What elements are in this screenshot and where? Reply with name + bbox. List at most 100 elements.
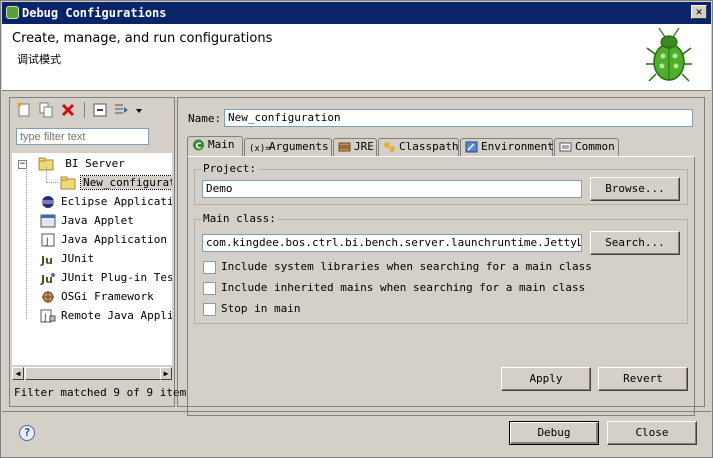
tree-connector	[46, 182, 58, 183]
scrollbar-thumb[interactable]	[25, 367, 165, 380]
junit-icon: Ju	[40, 254, 53, 266]
environment-tab-icon	[465, 141, 478, 153]
tree-item-junit-plugin-test[interactable]: Ju JUnit Plug-in Test	[40, 269, 172, 286]
title-bar: Debug Configurations ✕	[2, 2, 711, 24]
tree-item-osgi-framework[interactable]: OSGi Framework	[40, 288, 154, 305]
tree-item-java-application[interactable]: J Java Application	[40, 231, 167, 248]
arguments-tab-icon: (x)=	[249, 144, 271, 154]
tab-label: JRE	[354, 140, 374, 153]
main-class-group: Main class: com.kingdee.bos.ctrl.bi.benc…	[194, 212, 688, 324]
configuration-tree: − BI Server New_configurati Eclipse Appl…	[12, 153, 172, 365]
toolbar-separator	[84, 102, 85, 118]
svg-text:J: J	[45, 237, 49, 247]
jre-tab-icon	[338, 142, 351, 152]
tab-label: Arguments	[269, 140, 329, 153]
configuration-editor: Name: New_configuration C Main (x)=Argume…	[177, 97, 705, 416]
svg-text:J: J	[43, 313, 47, 323]
tree-item-label: JUnit Plug-in Test	[61, 271, 172, 284]
filter-input[interactable]	[16, 128, 149, 145]
configurations-toolbar	[10, 98, 174, 122]
tree-item-remote-java-application[interactable]: J Remote Java Applic	[40, 307, 172, 324]
header-title: Create, manage, and run configurations	[12, 31, 273, 46]
java-applet-icon	[40, 214, 56, 228]
tree-item-label: New_configurati	[79, 175, 172, 190]
duplicate-icon[interactable]	[38, 102, 54, 118]
checkbox-label: Include inherited mains when searching f…	[221, 281, 586, 294]
delete-icon[interactable]	[60, 102, 76, 118]
tree-item-junit[interactable]: Ju JUnit	[40, 250, 94, 267]
window-title: Debug Configurations	[22, 6, 167, 20]
dialog-header: Create, manage, and run configurations 调…	[2, 24, 711, 91]
close-window-button[interactable]: ✕	[691, 5, 707, 19]
svg-text:Ju: Ju	[40, 254, 53, 266]
config-tabs: C Main (x)=Arguments JRE Classpath Enviro…	[187, 136, 695, 156]
footer-divider	[2, 411, 711, 412]
browse-button[interactable]: Browse...	[590, 177, 680, 201]
tree-item-new-configuration[interactable]: New_configurati	[60, 174, 172, 191]
remote-java-icon: J	[40, 309, 56, 323]
tab-label: Classpath	[399, 140, 459, 153]
name-field[interactable]: New_configuration	[224, 109, 693, 127]
tab-arguments[interactable]: (x)=Arguments	[244, 138, 332, 156]
bug-icon	[646, 27, 692, 82]
include-inherited-mains-checkbox[interactable]	[203, 282, 216, 295]
tab-label: Common	[575, 140, 615, 153]
debug-app-icon	[6, 6, 19, 19]
common-tab-icon	[559, 142, 572, 152]
name-label: Name:	[188, 112, 222, 125]
tree-item-eclipse-application[interactable]: Eclipse Application	[40, 193, 172, 210]
eclipse-icon	[42, 196, 54, 208]
tab-common[interactable]: Common	[554, 138, 619, 156]
tree-connector	[26, 167, 27, 319]
main-class-label: Main class:	[201, 212, 278, 225]
configuration-icon	[60, 176, 76, 190]
collapse-all-icon[interactable]	[92, 102, 108, 118]
revert-button[interactable]: Revert	[598, 367, 688, 391]
tab-classpath[interactable]: Classpath	[378, 138, 459, 156]
tab-label: Environment	[481, 140, 554, 153]
debug-configurations-dialog: Debug Configurations ✕ Create, manage, a…	[0, 0, 713, 458]
debug-button[interactable]: Debug	[509, 421, 599, 445]
tree-item-label: BI Server	[65, 157, 125, 170]
scroll-left-icon[interactable]: ◀	[12, 367, 24, 380]
filter-status: Filter matched 9 of 9 item	[14, 386, 187, 399]
new-configuration-icon[interactable]	[16, 102, 32, 118]
close-button[interactable]: Close	[607, 421, 697, 445]
osgi-icon	[42, 291, 54, 303]
tree-item-label: Java Applet	[61, 214, 134, 227]
tree-item-label: OSGi Framework	[61, 290, 154, 303]
tab-main[interactable]: C Main	[187, 136, 243, 156]
tree-item-java-applet[interactable]: Java Applet	[40, 212, 134, 229]
configurations-panel: − BI Server New_configurati Eclipse Appl…	[9, 97, 186, 407]
project-group: Project: Demo Browse...	[194, 162, 688, 205]
horizontal-scrollbar[interactable]: ◀ ▶	[12, 366, 172, 380]
tree-connector	[46, 167, 47, 183]
java-application-icon: J	[41, 233, 55, 247]
stop-in-main-checkbox[interactable]	[203, 303, 216, 316]
tree-item-label: Java Application	[61, 233, 167, 246]
apply-button[interactable]: Apply	[501, 367, 591, 391]
main-tab-icon: C	[193, 139, 204, 151]
project-label: Project:	[201, 162, 258, 175]
tree-item-label: Eclipse Application	[61, 195, 172, 208]
classpath-tab-icon	[384, 142, 395, 152]
scroll-right-icon[interactable]: ▶	[160, 367, 172, 380]
include-system-libraries-checkbox[interactable]	[203, 261, 216, 274]
tree-item-label: JUnit	[61, 252, 95, 265]
checkbox-label: Include system libraries when searching …	[221, 260, 592, 273]
svg-text:C: C	[196, 142, 202, 151]
chevron-down-icon[interactable]	[134, 102, 144, 118]
help-icon[interactable]: ?	[19, 425, 35, 441]
main-class-field[interactable]: com.kingdee.bos.ctrl.bi.bench.server.lau…	[202, 234, 582, 252]
tab-label: Main	[208, 138, 235, 151]
search-button[interactable]: Search...	[590, 231, 680, 255]
svg-text:Ju: Ju	[40, 273, 53, 285]
tab-environment[interactable]: Environment	[460, 138, 554, 156]
checkbox-label: Stop in main	[221, 302, 301, 315]
tree-item-label: Remote Java Applic	[61, 309, 172, 322]
tab-jre[interactable]: JRE	[333, 138, 377, 156]
tree-item-bi-server[interactable]: − BI Server	[18, 155, 125, 172]
header-subtitle: 调试模式	[17, 53, 61, 66]
project-field[interactable]: Demo	[202, 180, 582, 198]
filter-configurations-icon[interactable]	[114, 102, 130, 118]
